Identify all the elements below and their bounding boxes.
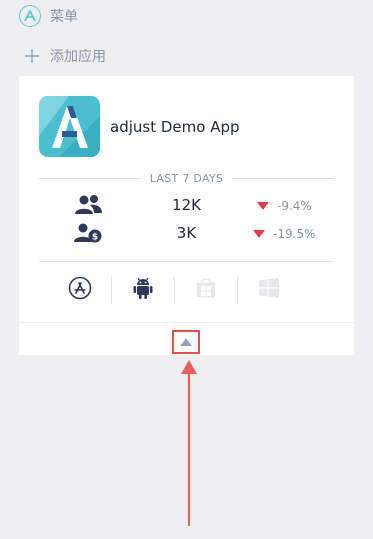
- store-google-play[interactable]: [112, 275, 174, 305]
- add-app-label: 添加应用: [50, 49, 106, 65]
- metric-row-paying-users: $ 3K -19.5%: [19, 222, 354, 246]
- page: 菜单 添加应用 adjust Demo App LAST 7 DAYS 12K …: [0, 0, 373, 539]
- paying-users-icon: $: [73, 222, 105, 244]
- metric-change: -9.4%: [257, 199, 312, 213]
- store-windows-store[interactable]: [175, 275, 237, 305]
- metric-change-value: -19.5%: [273, 227, 316, 241]
- trend-down-icon: [257, 202, 269, 210]
- android-icon: [132, 276, 154, 304]
- users-icon: [73, 194, 105, 216]
- store-platforms: [49, 275, 324, 305]
- divider: [39, 177, 141, 179]
- app-store-icon: [68, 276, 92, 304]
- metric-value: 3K: [176, 224, 197, 242]
- annotation-arrow: [178, 360, 200, 530]
- app-header[interactable]: adjust Demo App: [39, 96, 240, 157]
- metric-value: 12K: [172, 196, 201, 214]
- divider: [232, 177, 334, 179]
- plus-icon: [22, 46, 42, 66]
- trend-down-icon: [253, 230, 265, 238]
- metric-change-value: -9.4%: [277, 199, 312, 213]
- adjust-logo-icon: [19, 5, 41, 27]
- add-app-button[interactable]: 添加应用: [22, 44, 106, 68]
- metric-row-users: 12K -9.4%: [19, 194, 354, 218]
- store-app-store[interactable]: [49, 275, 111, 305]
- windows-icon: [258, 277, 280, 303]
- windows-store-icon: [195, 276, 217, 304]
- app-name: adjust Demo App: [110, 117, 240, 136]
- app-card: adjust Demo App LAST 7 DAYS 12K -9.4% $ …: [19, 76, 354, 355]
- divider: [39, 261, 334, 262]
- metric-change: -19.5%: [253, 227, 315, 241]
- period-label: LAST 7 DAYS: [149, 171, 224, 185]
- menu-toggle[interactable]: 菜单: [19, 4, 78, 28]
- period-header: LAST 7 DAYS: [39, 170, 334, 186]
- collapse-button[interactable]: [172, 330, 200, 354]
- adjust-app-logo: [39, 96, 100, 157]
- divider: [19, 322, 354, 323]
- menu-label: 菜单: [50, 9, 78, 25]
- store-windows-phone[interactable]: [238, 275, 300, 305]
- collapse-up-icon: [180, 338, 192, 346]
- svg-text:$: $: [92, 233, 98, 243]
